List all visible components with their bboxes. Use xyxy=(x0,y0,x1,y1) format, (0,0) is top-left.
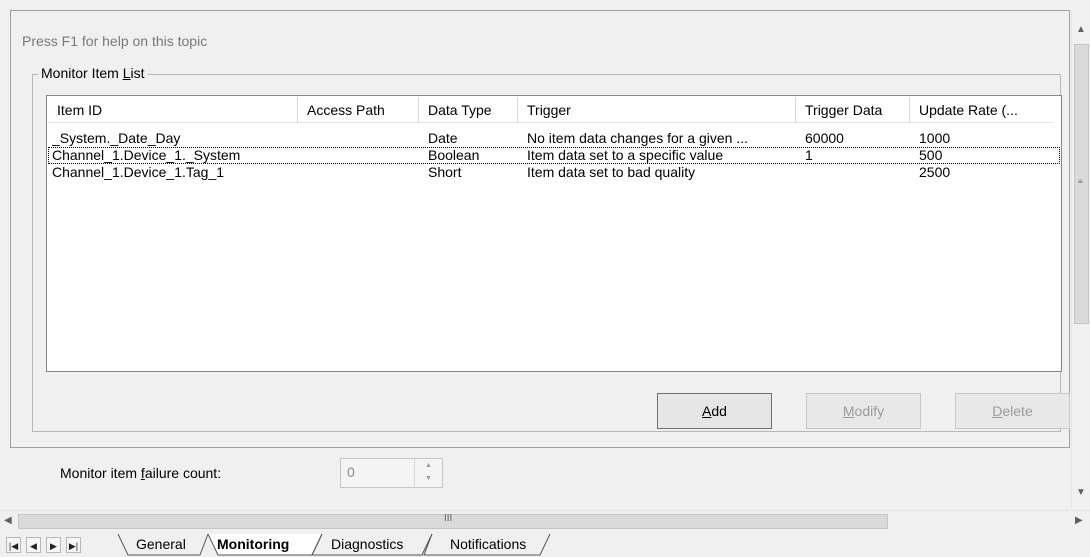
cell-data-type: Short xyxy=(428,164,462,180)
failure-count-value: 0 xyxy=(347,464,355,480)
cell-trigger: No item data changes for a given ... xyxy=(527,130,749,146)
tab-diagnostics[interactable]: Diagnostics xyxy=(331,534,403,556)
cell-data-type: Boolean xyxy=(428,147,480,163)
cell-access-path xyxy=(302,147,417,164)
monitor-item-listview[interactable]: Item ID Access Path Data Type Trigger Tr… xyxy=(46,95,1062,372)
scroll-right-icon[interactable]: ▶ xyxy=(1075,515,1083,526)
column-header-trigger[interactable]: Trigger xyxy=(518,97,796,123)
cell-access-path xyxy=(302,130,417,147)
cell-trigger-data xyxy=(805,164,908,181)
tab-notifications[interactable]: Notifications xyxy=(450,534,526,556)
cell-item-id: _System._Date_Day xyxy=(52,130,181,146)
cell-item-id: Channel_1.Device_1._System xyxy=(52,147,241,163)
spinner-up-icon[interactable]: ▲ xyxy=(415,459,442,472)
help-hint: Press F1 for help on this topic xyxy=(22,33,208,49)
vertical-scrollbar[interactable]: ▲ ≡ ▼ xyxy=(1071,10,1090,509)
scroll-down-icon[interactable]: ▼ xyxy=(1076,487,1086,498)
failure-count-spinner[interactable]: 0 ▲ ▼ xyxy=(340,458,443,488)
cell-trigger: Item data set to bad quality xyxy=(527,164,696,180)
failure-count-label: Monitor item failure count: xyxy=(60,465,222,481)
tab-general[interactable]: General xyxy=(136,534,186,556)
horizontal-scroll-thumb[interactable]: III xyxy=(18,513,888,529)
cell-data-type: Date xyxy=(428,130,458,146)
column-header-update-rate[interactable]: Update Rate (... xyxy=(910,97,1053,123)
delete-button[interactable]: Delete xyxy=(955,393,1070,429)
cell-update-rate: 1000 xyxy=(919,130,951,146)
scroll-up-icon[interactable]: ▲ xyxy=(1076,24,1086,35)
tab-monitoring[interactable]: Monitoring xyxy=(217,534,289,556)
add-button[interactable]: Add xyxy=(657,393,772,429)
grip-icon: ≡ xyxy=(1078,177,1083,186)
list-header: Item ID Access Path Data Type Trigger Tr… xyxy=(48,97,1060,123)
horizontal-scrollbar[interactable]: ◀ III ▶ xyxy=(0,510,1090,533)
monitor-item-list-label: Monitor Item List xyxy=(38,65,148,81)
spinner-down-icon[interactable]: ▼ xyxy=(415,472,442,485)
column-header-trigger-data[interactable]: Trigger Data xyxy=(796,97,910,123)
vertical-scroll-thumb[interactable]: ≡ xyxy=(1074,44,1089,324)
table-row[interactable]: Channel_1.Device_1._System Boolean Item … xyxy=(48,147,1060,164)
grip-label: III xyxy=(444,513,453,524)
cell-access-path xyxy=(302,164,417,181)
cell-trigger-data: 1 xyxy=(805,147,813,163)
spinner-arrows[interactable]: ▲ ▼ xyxy=(414,459,442,487)
table-row[interactable]: Channel_1.Device_1.Tag_1 Short Item data… xyxy=(48,164,1060,181)
table-row[interactable]: _System._Date_Day Date No item data chan… xyxy=(48,130,1060,147)
column-header-item-id[interactable]: Item ID xyxy=(48,97,298,123)
column-header-data-type[interactable]: Data Type xyxy=(419,97,518,123)
sheet-tab-bar: |◀ ◀ ▶ ▶| General Monitoring Diagnostics… xyxy=(0,533,1090,557)
cell-item-id: Channel_1.Device_1.Tag_1 xyxy=(52,164,225,180)
column-header-access-path[interactable]: Access Path xyxy=(298,97,419,123)
cell-trigger: Item data set to a specific value xyxy=(527,147,724,163)
scroll-left-icon[interactable]: ◀ xyxy=(4,515,12,526)
cell-update-rate: 500 xyxy=(919,147,943,163)
cell-trigger-data: 60000 xyxy=(805,130,844,146)
modify-button[interactable]: Modify xyxy=(806,393,921,429)
cell-update-rate: 2500 xyxy=(919,164,951,180)
